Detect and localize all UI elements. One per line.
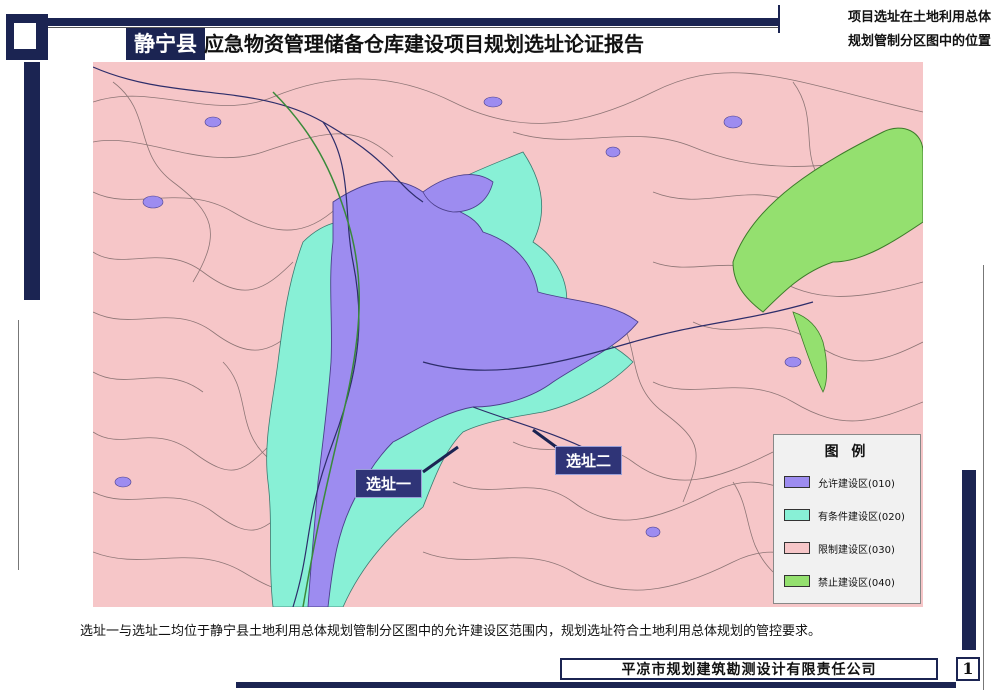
footer-company: 平凉市规划建筑勘测设计有限责任公司 — [621, 662, 877, 678]
frame-bar-right — [962, 470, 976, 650]
legend-label-conditional: 有条件建设区(020) — [818, 511, 905, 523]
title-county: 静宁县 — [126, 28, 205, 60]
page-title: 静宁县 应急物资管理储备仓库建设项目规划选址论证报告 — [48, 28, 664, 60]
legend-title: 图 例 — [824, 444, 870, 460]
legend-item-conditional: 有条件建设区(020) — [784, 506, 905, 524]
title-project: 应急物资管理储备仓库建设项目规划选址论证报告 — [204, 32, 644, 56]
site-1-label: 选址一 — [355, 469, 423, 498]
site-2-label: 选址二 — [555, 446, 623, 475]
legend-item-prohibited: 禁止建设区(040) — [784, 572, 895, 590]
page-number: 1 — [956, 657, 980, 681]
frame-line-left — [18, 320, 19, 570]
legend-item-allowed: 允许建设区(010) — [784, 473, 895, 491]
legend-swatch-restricted — [784, 542, 810, 554]
corner-frame-block — [6, 14, 48, 60]
legend-label-allowed: 允许建设区(010) — [818, 478, 895, 490]
legend-swatch-allowed — [784, 476, 810, 488]
legend-item-restricted: 限制建设区(030) — [784, 539, 895, 557]
legend-swatch-conditional — [784, 509, 810, 521]
frame-bar-bottom — [236, 682, 956, 688]
frame-bar-left — [24, 62, 40, 300]
frame-line-right — [983, 265, 984, 690]
legend-label-prohibited: 禁止建设区(040) — [818, 577, 895, 589]
caption-line-1: 项目选址在土地利用总体 — [847, 10, 991, 25]
legend-swatch-prohibited — [784, 575, 810, 587]
caption-line-2: 规划管制分区图中的位置 — [847, 34, 991, 49]
conclusion-caption: 选址一与选址二均位于静宁县土地利用总体规划管制分区图中的允许建设区范围内，规划选… — [80, 624, 822, 639]
map-caption-top-right: 项目选址在土地利用总体 规划管制分区图中的位置 — [786, 6, 991, 54]
frame-line-top-right — [778, 5, 780, 33]
frame-bar-top — [48, 18, 778, 26]
legend-label-restricted: 限制建设区(030) — [818, 544, 895, 556]
footer-company-box: 平凉市规划建筑勘测设计有限责任公司 — [560, 658, 938, 680]
map-legend: 图 例 允许建设区(010) 有条件建设区(020) 限制建设区(030) 禁止… — [773, 434, 921, 604]
